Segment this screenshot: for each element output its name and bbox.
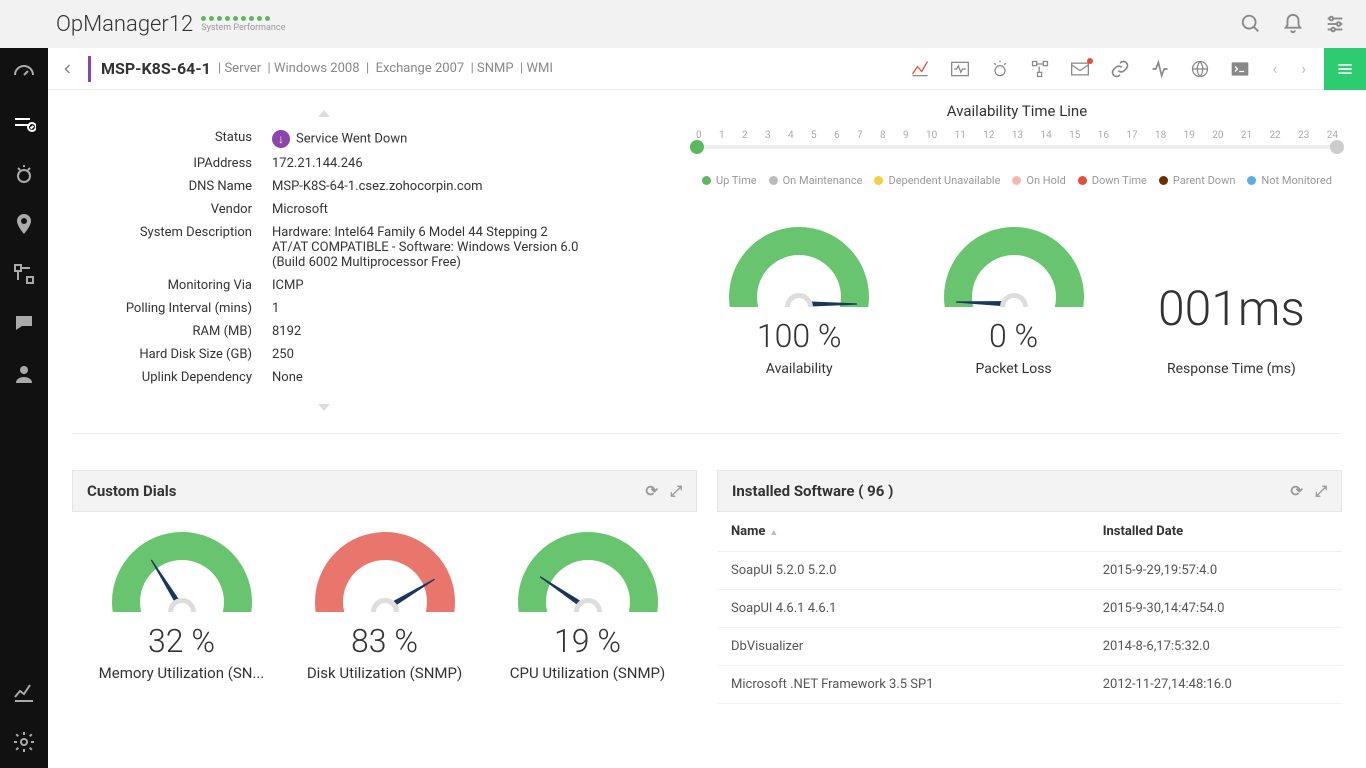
refresh-icon[interactable]: ⟳ xyxy=(645,482,658,500)
device-info: Status↓Service Went Down IPAddress172.21… xyxy=(72,102,672,393)
dial: 83 %Disk Utilization (SNMP) xyxy=(290,532,480,682)
refresh-icon[interactable]: ⟳ xyxy=(1290,482,1303,500)
graph-icon[interactable] xyxy=(906,55,934,83)
host-name: MSP-K8S-64-1 xyxy=(101,59,211,78)
timeline-handle-end[interactable] xyxy=(1330,140,1344,154)
gauge-packetloss: 0 % Packet Loss xyxy=(944,227,1084,377)
panel-title: Installed Software ( 96 ) xyxy=(732,482,893,500)
table-row[interactable]: SoapUI 4.6.1 4.6.12015-9-30,14:47:54.0 xyxy=(717,590,1342,628)
nav-chat[interactable] xyxy=(10,310,38,338)
bell-icon[interactable] xyxy=(1282,13,1304,35)
scroll-down-icon[interactable] xyxy=(318,404,330,411)
accent-bar xyxy=(88,56,91,82)
gauge-availability: 100 % Availability xyxy=(729,227,869,377)
back-button[interactable] xyxy=(48,48,88,90)
status-down-icon: ↓ xyxy=(272,130,290,148)
top-bar: OpManager12 System Performance xyxy=(0,0,1366,48)
legend-item: On Hold xyxy=(1012,174,1065,187)
scroll-up-icon[interactable] xyxy=(318,110,330,117)
col-date[interactable]: Installed Date xyxy=(1089,512,1342,552)
alarm-icon[interactable] xyxy=(986,55,1014,83)
globe-icon[interactable] xyxy=(1186,55,1214,83)
expand-icon[interactable]: ⤢ xyxy=(670,482,682,500)
timeline-title: Availability Time Line xyxy=(692,102,1342,120)
legend-item: Parent Down xyxy=(1159,174,1236,187)
software-table: Name▲ Installed Date SoapUI 5.2.0 5.2.02… xyxy=(717,512,1342,704)
panel-installed-software: Installed Software ( 96 ) ⟳ ⤢ Name▲ Insta… xyxy=(717,470,1342,704)
legend-item: Down Time xyxy=(1078,174,1147,187)
sub-header: MSP-K8S-64-1 | Server | Windows 2008 | E… xyxy=(48,48,1366,90)
table-row[interactable]: SoapUI 5.2.0 5.2.02015-9-29,19:57:4.0 xyxy=(717,552,1342,590)
nav-workflow[interactable] xyxy=(10,260,38,288)
legend-item: On Maintenance xyxy=(769,174,863,187)
menu-button[interactable] xyxy=(1324,48,1366,90)
brand-title: OpManager12 xyxy=(56,12,193,37)
content-area: Status↓Service Went Down IPAddress172.21… xyxy=(48,90,1366,768)
mail-icon[interactable] xyxy=(1066,55,1094,83)
response-time: 001ms Response Time (ms) xyxy=(1158,280,1305,377)
availability-timeline[interactable]: 0123456789101112131415161718192021222324 xyxy=(696,130,1338,160)
legend-item: Not Monitored xyxy=(1247,174,1332,187)
timeline-handle-start[interactable] xyxy=(690,140,704,154)
performance-indicator: System Performance xyxy=(201,16,285,33)
terminal-icon[interactable] xyxy=(1226,55,1254,83)
timeline-legend: Up Time On Maintenance Dependent Unavailab… xyxy=(692,174,1342,187)
panel-title: Custom Dials xyxy=(87,482,176,500)
nav-settings[interactable] xyxy=(10,728,38,756)
settings-sliders-icon[interactable] xyxy=(1324,13,1346,35)
table-row[interactable]: DbVisualizer2014-8-6,17:5:32.0 xyxy=(717,628,1342,666)
nav-dashboard[interactable] xyxy=(10,60,38,88)
dial: 32 %Memory Utilization (SN... xyxy=(87,532,277,682)
activity-icon[interactable] xyxy=(1146,55,1174,83)
expand-icon[interactable]: ⤢ xyxy=(1315,482,1327,500)
breadcrumb: | Server | Windows 2008 | Exchange 2007 … xyxy=(215,61,553,76)
notification-dot-icon xyxy=(1087,58,1093,64)
panel-custom-dials: Custom Dials ⟳ ⤢ 32 %Memory Utilization (… xyxy=(72,470,697,704)
dial: 19 %CPU Utilization (SNMP) xyxy=(493,532,683,682)
legend-item: Dependent Unavailable xyxy=(874,174,1000,187)
nav-reports[interactable] xyxy=(10,678,38,706)
table-row[interactable]: Microsoft .NET Framework 3.5 SP12012-11-… xyxy=(717,666,1342,704)
search-icon[interactable] xyxy=(1240,13,1262,35)
next-button[interactable]: › xyxy=(1295,59,1312,78)
col-name[interactable]: Name▲ xyxy=(717,512,1089,552)
nav-inventory[interactable] xyxy=(10,110,38,138)
left-nav xyxy=(0,48,48,768)
nav-maps[interactable] xyxy=(10,210,38,238)
link-icon[interactable] xyxy=(1106,55,1134,83)
pulse-icon[interactable] xyxy=(946,55,974,83)
legend-item: Up Time xyxy=(702,174,757,187)
prev-button[interactable]: ‹ xyxy=(1266,59,1283,78)
nav-alarms[interactable] xyxy=(10,160,38,188)
topology-icon[interactable] xyxy=(1026,55,1054,83)
nav-user[interactable] xyxy=(10,360,38,388)
